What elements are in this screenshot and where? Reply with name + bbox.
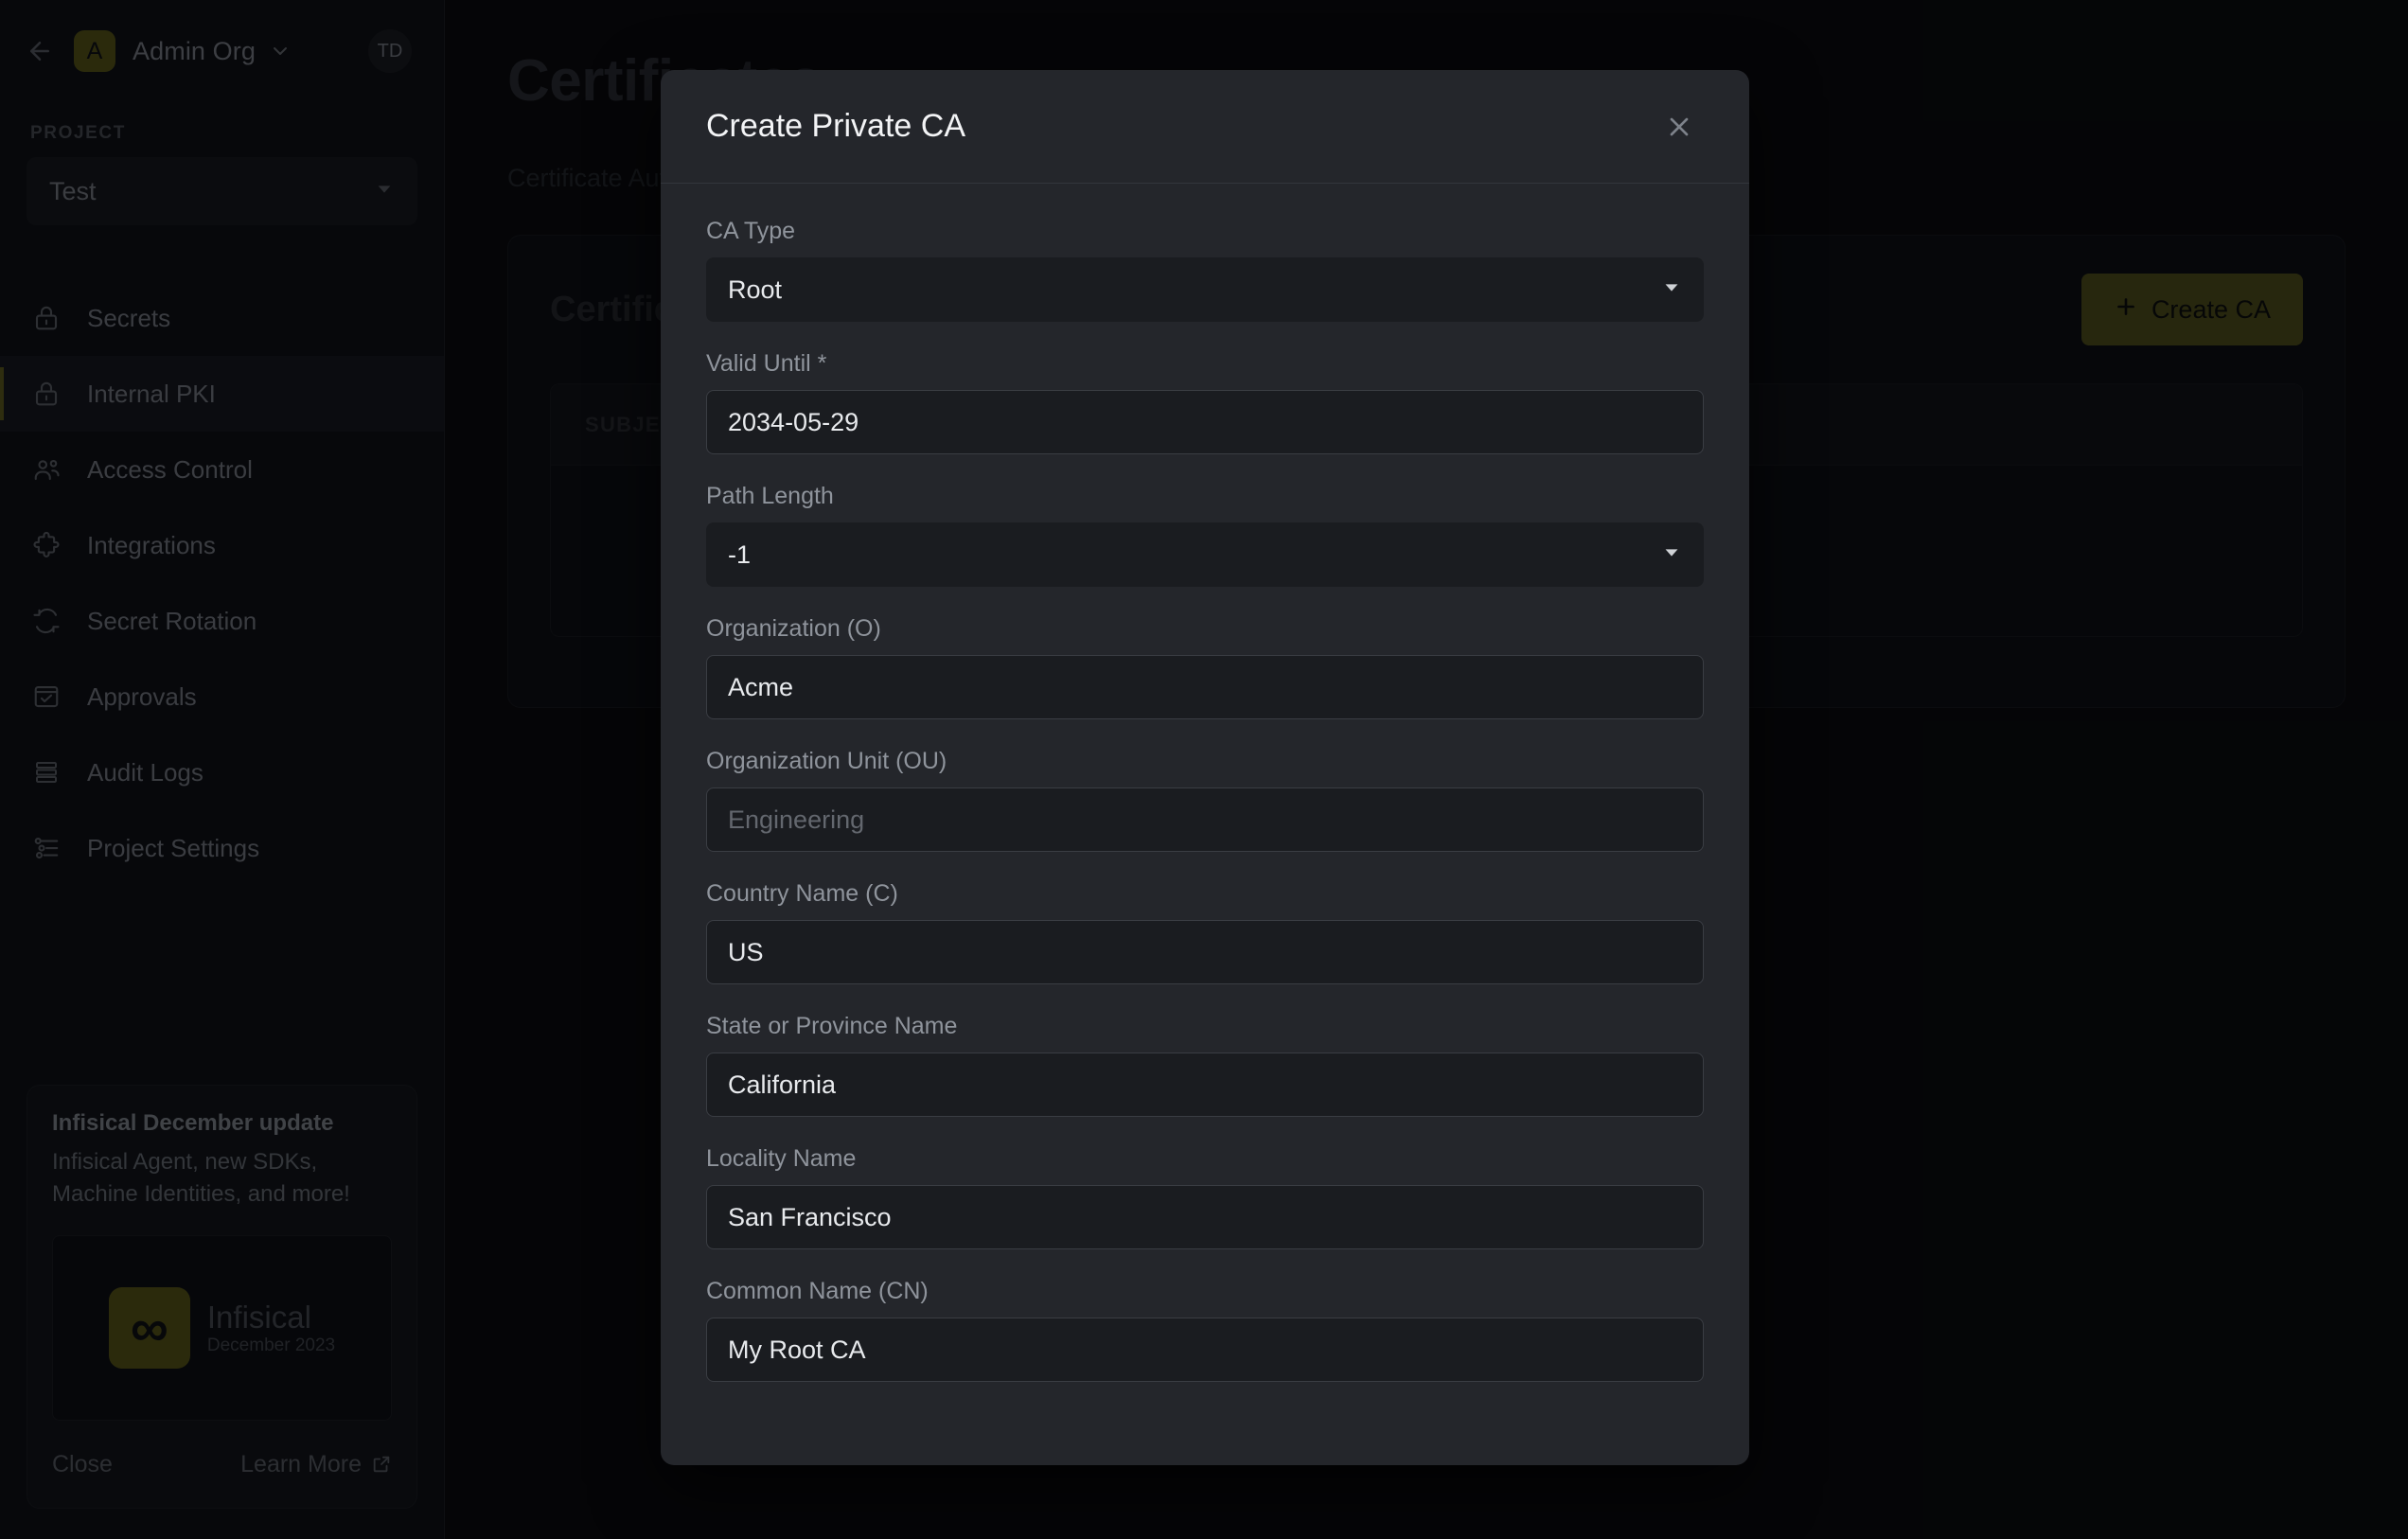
create-private-ca-modal: Create Private CA CA Type Root Valid Unt… xyxy=(661,70,1749,1465)
field-label: Country Name (C) xyxy=(706,880,898,907)
field-organization: Organization (O) Acme xyxy=(706,615,1704,719)
organization-input[interactable]: Acme xyxy=(706,655,1704,719)
chevron-down-icon xyxy=(1661,275,1682,305)
modal-header: Create Private CA xyxy=(661,70,1749,184)
organization-unit-placeholder: Engineering xyxy=(728,805,865,834)
close-icon[interactable] xyxy=(1658,106,1700,148)
field-label: CA Type xyxy=(706,218,796,244)
country-name-input[interactable]: US xyxy=(706,920,1704,984)
ca-type-value: Root xyxy=(728,274,783,304)
valid-until-value: 2034-05-29 xyxy=(728,407,859,436)
state-province-value: California xyxy=(728,1070,837,1099)
field-state-province: State or Province Name California xyxy=(706,1013,1704,1117)
field-label: State or Province Name xyxy=(706,1013,958,1039)
path-length-select[interactable]: -1 xyxy=(706,522,1704,587)
country-name-value: US xyxy=(728,937,764,966)
field-valid-until: Valid Until * 2034-05-29 xyxy=(706,350,1704,454)
field-common-name: Common Name (CN) My Root CA xyxy=(706,1278,1704,1382)
field-label: Locality Name xyxy=(706,1145,857,1172)
field-label: Path Length xyxy=(706,483,834,509)
modal-body: CA Type Root Valid Until * 2034-05-29 Pa… xyxy=(661,184,1749,1382)
common-name-value: My Root CA xyxy=(728,1335,866,1364)
field-path-length: Path Length -1 xyxy=(706,483,1704,587)
field-ca-type: CA Type Root xyxy=(706,218,1704,322)
field-label: Organization (O) xyxy=(706,615,881,642)
field-locality-name: Locality Name San Francisco xyxy=(706,1145,1704,1249)
field-label: Common Name (CN) xyxy=(706,1278,929,1304)
field-label: Valid Until * xyxy=(706,350,827,377)
modal-title: Create Private CA xyxy=(706,108,965,144)
app-root: A Admin Org TD PROJECT Test Secrets xyxy=(0,0,2408,1539)
state-province-input[interactable]: California xyxy=(706,1053,1704,1117)
path-length-value: -1 xyxy=(728,540,752,569)
field-organization-unit: Organization Unit (OU) Engineering xyxy=(706,748,1704,852)
locality-name-value: San Francisco xyxy=(728,1202,892,1231)
organization-value: Acme xyxy=(728,672,794,701)
valid-until-input[interactable]: 2034-05-29 xyxy=(706,390,1704,454)
field-country-name: Country Name (C) US xyxy=(706,880,1704,984)
locality-name-input[interactable]: San Francisco xyxy=(706,1185,1704,1249)
chevron-down-icon xyxy=(1661,540,1682,570)
field-label: Organization Unit (OU) xyxy=(706,748,947,774)
organization-unit-input[interactable]: Engineering xyxy=(706,787,1704,852)
ca-type-select[interactable]: Root xyxy=(706,257,1704,322)
common-name-input[interactable]: My Root CA xyxy=(706,1318,1704,1382)
